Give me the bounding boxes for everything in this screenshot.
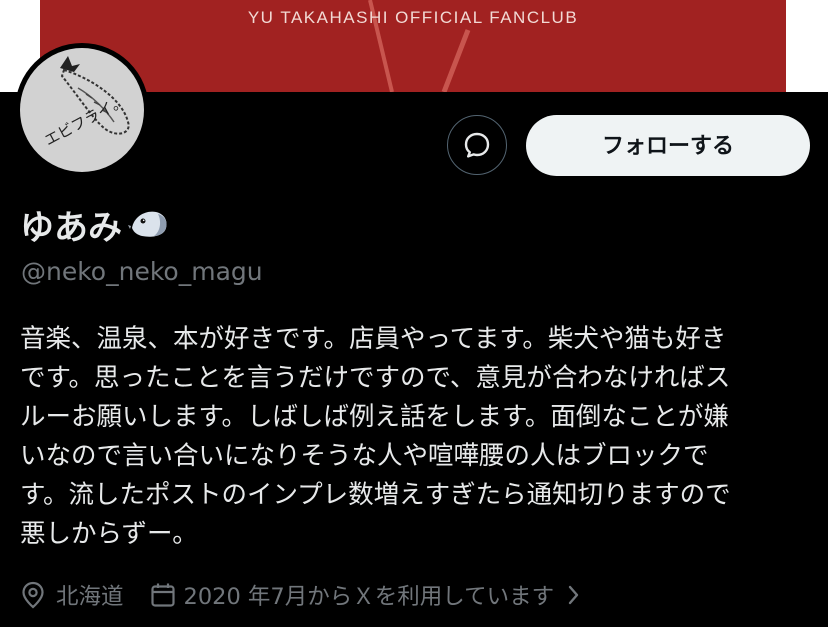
banner-title: YU TAKAHASHI OFFICIAL FANCLUB — [247, 8, 579, 27]
avatar-caption: エビフライ。 — [41, 92, 129, 150]
profile-meta: 北海道 2020 年7月からＸを利用しています — [20, 578, 582, 612]
bio: 音楽、温泉、本が好きです。店員やってます。柴犬や猫も好き です。思ったことを言う… — [20, 320, 815, 554]
handle: @neko_neko_magu — [21, 257, 263, 286]
bio-line: いなので言い合いになりそうな人や喧嘩腰の人はブロックで — [20, 441, 709, 471]
avatar-image: エビフライ。 — [20, 48, 144, 172]
avatar[interactable]: エビフライ。 — [15, 43, 149, 177]
calendar-icon — [150, 583, 175, 607]
bio-line: です。思ったことを言うだけですので、意見が合わなければス — [20, 363, 731, 393]
location-pin-icon — [22, 581, 44, 609]
location-text: 北海道 — [56, 584, 124, 610]
bio-line: す。流したポストのインプレ数増えすぎたら通知切りますので — [20, 480, 731, 510]
chevron-right-icon[interactable] — [566, 583, 582, 607]
display-name: ゆあみ — [20, 207, 122, 248]
bio-line: 音楽、温泉、本が好きです。店員やってます。柴犬や猫も好き — [20, 324, 727, 354]
bio-line: 悪しからずー。 — [20, 519, 198, 549]
message-bubble-icon — [464, 132, 490, 158]
bird-emoji — [128, 211, 167, 237]
display-name-row: ゆあみ — [20, 202, 170, 248]
bio-line: ルーお願いします。しばしば例え話をします。面倒なことが嫌 — [20, 402, 729, 432]
follow-button[interactable]: フォローする — [526, 115, 810, 176]
profile-banner[interactable]: YU TAKAHASHI OFFICIAL FANCLUB — [40, 0, 786, 92]
fried-shrimp-drawing: エビフライ。 — [41, 56, 130, 150]
joined-text: 2020 年7月からＸを利用しています — [183, 584, 555, 610]
message-button[interactable] — [447, 115, 507, 175]
